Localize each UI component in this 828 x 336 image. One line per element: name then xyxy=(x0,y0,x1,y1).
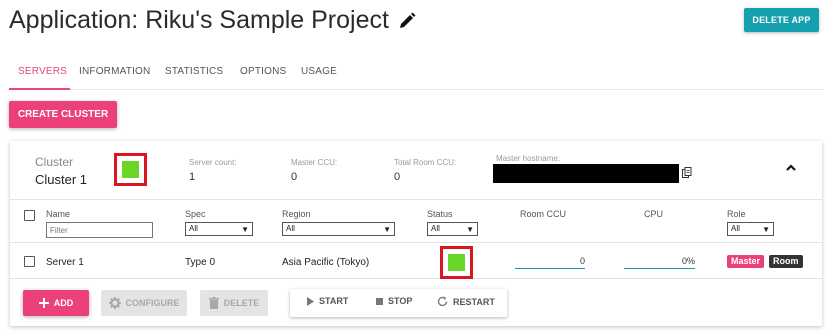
pencil-icon[interactable] xyxy=(397,11,417,31)
server-name: Server 1 xyxy=(46,257,84,268)
create-cluster-button[interactable]: CREATE CLUSTER xyxy=(9,101,117,128)
role-badge-room: Room xyxy=(769,255,803,268)
play-icon xyxy=(307,296,314,306)
cluster-card: Cluster Cluster 1 Server count: 1 Master… xyxy=(10,141,822,326)
page-title-row: Application: Riku's Sample Project xyxy=(9,6,417,35)
column-header-status: Status xyxy=(427,209,453,219)
add-server-button[interactable]: ADD xyxy=(23,290,89,316)
start-button-label: START xyxy=(319,296,349,306)
cluster-status-indicator xyxy=(114,153,147,186)
column-header-spec: Spec xyxy=(185,209,206,219)
add-button-label: ADD xyxy=(53,298,74,308)
start-button[interactable]: START xyxy=(307,296,348,306)
configure-button-label: CONFIGURE xyxy=(125,298,180,308)
column-header-role: Role xyxy=(727,209,746,219)
chevron-down-icon: ▼ xyxy=(466,225,474,234)
role-filter-select[interactable]: All ▼ xyxy=(727,222,774,236)
server-spec: Type 0 xyxy=(185,257,216,268)
stop-icon xyxy=(376,297,383,305)
plus-icon xyxy=(38,298,49,308)
name-filter-input[interactable] xyxy=(46,222,153,238)
page-title: Application: Riku's Sample Project xyxy=(9,6,389,34)
spec-filter-select[interactable]: All ▼ xyxy=(185,222,253,236)
column-header-name: Name xyxy=(46,209,71,219)
delete-button-label: DELETE xyxy=(223,298,260,308)
tab-usage[interactable]: USAGE xyxy=(301,66,337,77)
server-status-indicator xyxy=(440,246,473,279)
restart-button[interactable]: RESTART xyxy=(437,296,495,307)
chevron-down-icon: ▼ xyxy=(383,225,391,234)
redacted-hostname xyxy=(493,164,679,183)
chevron-down-icon: ▼ xyxy=(241,225,249,234)
trash-icon xyxy=(208,297,219,309)
server-region: Asia Pacific (Tokyo) xyxy=(282,257,370,268)
restart-button-label: RESTART xyxy=(453,296,495,307)
region-filter-value: All xyxy=(286,224,295,233)
tab-servers[interactable]: SERVERS xyxy=(18,66,67,77)
cluster-label: Cluster xyxy=(35,155,74,169)
delete-button[interactable]: DELETE xyxy=(200,290,268,316)
row-checkbox[interactable] xyxy=(24,256,35,267)
total-room-ccu-value: 0 xyxy=(394,171,401,183)
server-count-label: Server count: xyxy=(189,158,237,167)
status-filter-value: All xyxy=(431,224,440,233)
refresh-icon xyxy=(437,296,448,307)
column-header-cpu: CPU xyxy=(644,209,664,219)
total-room-ccu-label: Total Room CCU: xyxy=(394,158,457,167)
region-filter-select[interactable]: All ▼ xyxy=(282,222,395,236)
stop-button[interactable]: STOP xyxy=(376,296,412,306)
column-header-room-ccu: Room CCU xyxy=(520,209,567,219)
active-tab-indicator xyxy=(9,88,70,90)
cluster-name: Cluster 1 xyxy=(35,172,88,187)
status-green-square xyxy=(448,254,465,271)
select-all-checkbox[interactable] xyxy=(24,210,35,221)
tab-information[interactable]: INFORMATION xyxy=(79,66,150,77)
server-room-ccu: 0 xyxy=(515,256,585,269)
configure-button[interactable]: CONFIGURE xyxy=(101,290,187,316)
tab-statistics[interactable]: STATISTICS xyxy=(165,66,223,77)
role-badge-master: Master xyxy=(727,255,765,268)
chevron-down-icon: ▼ xyxy=(762,225,770,234)
stop-button-label: STOP xyxy=(388,296,413,306)
server-count-value: 1 xyxy=(189,171,196,183)
master-ccu-value: 0 xyxy=(291,171,298,183)
delete-app-button[interactable]: DELETE APP xyxy=(744,8,819,32)
column-header-region: Region xyxy=(282,209,311,219)
tab-bar: SERVERS INFORMATION STATISTICS OPTIONS U… xyxy=(9,60,824,90)
server-action-group: START STOP RESTART xyxy=(290,289,507,317)
status-green-square xyxy=(122,161,139,178)
copy-icon[interactable] xyxy=(682,167,692,179)
spec-filter-value: All xyxy=(189,224,198,233)
role-filter-value: All xyxy=(731,224,740,233)
master-ccu-label: Master CCU: xyxy=(291,158,338,167)
table-row[interactable]: Server 1 Type 0 Asia Pacific (Tokyo) 0 0… xyxy=(10,243,822,279)
tab-options[interactable]: OPTIONS xyxy=(240,66,286,77)
server-cpu: 0% xyxy=(624,256,695,269)
status-filter-select[interactable]: All ▼ xyxy=(427,222,478,236)
chevron-up-icon[interactable] xyxy=(784,161,798,175)
master-hostname-label: Master hostname: xyxy=(496,154,561,163)
table-header-row: Name Spec All ▼ Region All ▼ Status All ▼ R… xyxy=(10,199,822,243)
gear-icon xyxy=(108,297,121,309)
